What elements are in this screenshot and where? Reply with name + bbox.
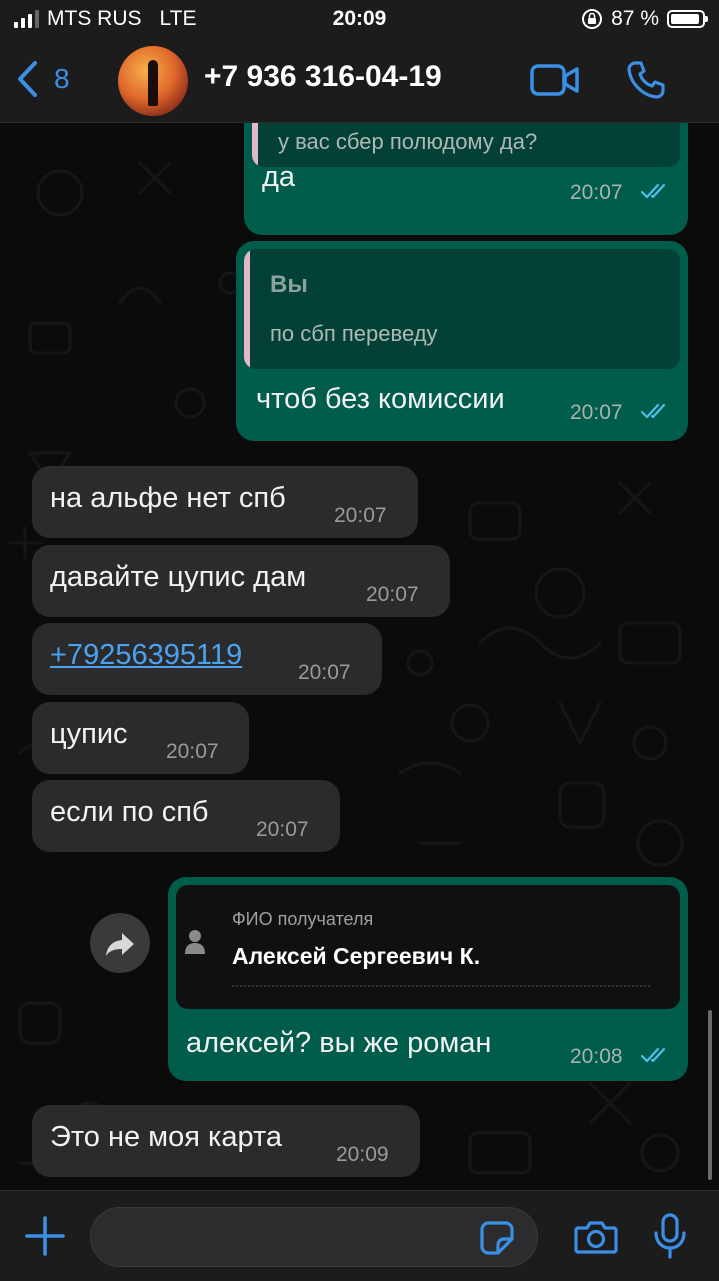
input-bar <box>0 1190 719 1281</box>
status-right: 87 % <box>581 7 708 31</box>
message-incoming[interactable]: Это не моя карта 20:09 <box>32 1105 420 1177</box>
message-outgoing[interactable]: у вас сбер полюдому да? да 20:07 <box>244 123 688 235</box>
message-outgoing[interactable]: Вы по сбп переведу чтоб без комиссии 20:… <box>236 241 688 441</box>
voice-call-button[interactable] <box>626 60 666 105</box>
message-time: 20:09 <box>336 1143 389 1166</box>
message-text: на альфе нет спб <box>50 482 286 514</box>
contact-name[interactable]: +7 936 316-04-19 <box>204 60 442 94</box>
message-text: давайте цупис дам <box>50 561 307 593</box>
reply-quote-text: у вас сбер полюдому да? <box>278 129 538 154</box>
message-text: чтоб без комиссии <box>256 383 505 415</box>
sticker-button[interactable] <box>480 1221 514 1260</box>
read-ticks-icon <box>640 183 666 199</box>
message-incoming[interactable]: давайте цупис дам 20:07 <box>32 545 450 617</box>
read-ticks-icon <box>640 403 666 419</box>
status-bar: MTS RUS LTE 20:09 87 % <box>0 0 719 40</box>
forward-icon <box>106 933 134 956</box>
chat-area[interactable]: у вас сбер полюдому да? да 20:07 Вы по с… <box>0 123 719 1190</box>
battery-percent: 87 % <box>611 7 659 30</box>
message-input[interactable] <box>90 1207 538 1267</box>
video-call-button[interactable] <box>530 64 580 101</box>
message-text: алексей? вы же роман <box>186 1027 492 1059</box>
recipient-card[interactable]: ФИО получателя Алексей Сергеевич К. <box>176 885 680 1009</box>
attach-button[interactable] <box>24 1215 66 1262</box>
reply-quote[interactable]: у вас сбер полюдому да? <box>252 123 680 167</box>
message-incoming[interactable]: на альфе нет спб 20:07 <box>32 466 418 538</box>
reply-quote-author: Вы <box>270 271 308 298</box>
read-ticks-icon <box>640 1047 666 1063</box>
video-call-icon <box>530 64 579 96</box>
unread-count: 8 <box>54 63 70 94</box>
message-text: Это не моя карта <box>50 1121 283 1153</box>
card-value: Алексей Сергеевич К. <box>232 943 481 969</box>
message-time: 20:08 <box>570 1045 623 1068</box>
message-incoming[interactable]: если по спб 20:07 <box>32 780 340 852</box>
back-chevron-icon <box>18 61 37 97</box>
message-text: если по спб <box>50 796 209 828</box>
message-incoming[interactable]: цупис 20:07 <box>32 702 249 774</box>
reply-quote[interactable]: Вы по сбп переведу <box>244 249 680 369</box>
message-time: 20:07 <box>334 504 387 527</box>
mic-icon <box>654 1213 686 1259</box>
card-label: ФИО получателя <box>232 909 374 929</box>
scrollbar[interactable] <box>708 1010 712 1180</box>
phone-link[interactable]: +79256395119 <box>50 639 242 672</box>
message-time: 20:07 <box>298 661 351 684</box>
orientation-lock-icon <box>582 9 603 29</box>
message-time: 20:07 <box>256 818 309 841</box>
camera-icon <box>574 1221 618 1254</box>
avatar[interactable] <box>118 46 188 116</box>
plus-icon <box>25 1216 65 1256</box>
forward-button[interactable] <box>90 913 150 973</box>
message-time: 20:07 <box>166 740 219 763</box>
camera-button[interactable] <box>574 1219 618 1260</box>
message-text: да <box>262 161 296 193</box>
message-text: цупис <box>50 718 128 750</box>
chat-header: 8 +7 936 316-04-19 <box>0 40 719 123</box>
message-time: 20:07 <box>570 401 623 424</box>
voice-message-button[interactable] <box>652 1213 688 1264</box>
person-icon <box>185 930 205 954</box>
back-button[interactable]: 8 <box>16 60 70 98</box>
message-time: 20:07 <box>366 583 419 606</box>
message-outgoing[interactable]: ФИО получателя Алексей Сергеевич К. алек… <box>168 877 688 1081</box>
phone-icon <box>627 61 665 99</box>
battery-icon <box>667 10 708 28</box>
reply-quote-text: по сбп переведу <box>270 321 438 346</box>
message-time: 20:07 <box>570 181 623 204</box>
message-incoming[interactable]: +79256395119 20:07 <box>32 623 382 695</box>
sticker-icon <box>480 1221 514 1255</box>
